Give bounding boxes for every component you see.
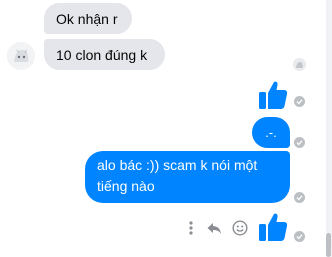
reply-icon[interactable] [206,220,222,236]
smiley-icon[interactable] [232,220,248,236]
scrollbar-thumb[interactable] [326,233,331,257]
check-icon [296,140,303,146]
check-icon [296,99,303,105]
more-vertical-icon[interactable] [187,220,195,236]
avatar-image [7,42,35,70]
message-text: alo bác :)) scam k nói một tiếng nào [97,157,258,194]
outgoing-message-bubble[interactable]: alo bác :)) scam k nói một tiếng nào [85,151,290,203]
outgoing-message-bubble[interactable]: .-. [252,117,290,148]
sender-avatar[interactable] [7,42,35,70]
incoming-message-bubble[interactable]: 10 clon đúng k [44,39,165,70]
seen-indicator [294,137,305,148]
seen-indicator [294,231,305,242]
incoming-message-bubble[interactable]: Ok nhận r [44,3,132,34]
scrollbar-track[interactable] [326,0,332,257]
read-receipt-avatar [293,58,306,71]
thumbs-up-icon[interactable] [257,211,289,243]
thumbs-up-icon[interactable] [257,79,289,111]
avatar-image [293,58,306,71]
message-text: Ok nhận r [56,10,118,27]
check-icon [296,234,303,240]
seen-indicator [294,96,305,107]
seen-indicator [294,192,305,203]
check-icon [296,195,303,201]
message-text: 10 clon đúng k [56,46,148,63]
message-text: .-. [265,125,277,140]
